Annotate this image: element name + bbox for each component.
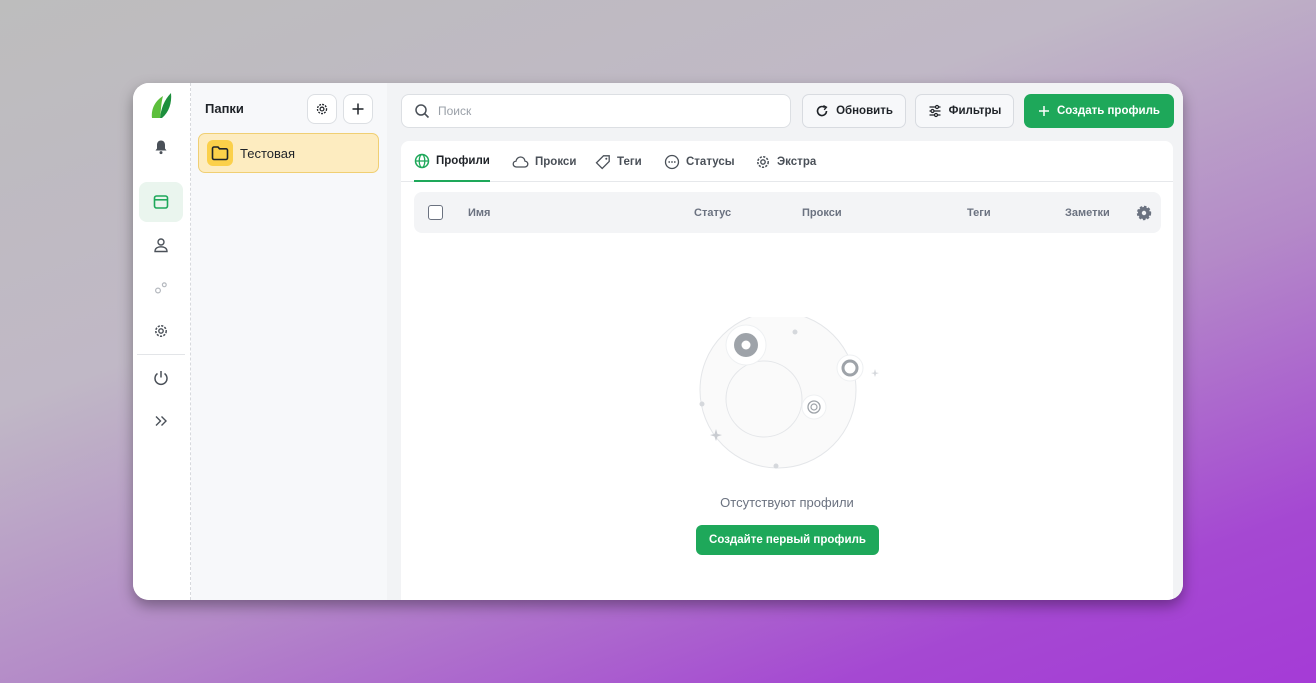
tab-profiles-label: Профили — [436, 154, 490, 167]
dots-circle-icon — [664, 154, 680, 169]
browser-profiles-icon[interactable] — [139, 182, 183, 222]
tab-proxies[interactable]: Прокси — [512, 141, 576, 182]
sliders-icon — [929, 104, 941, 118]
plus-icon — [352, 103, 364, 115]
search-input[interactable] — [438, 104, 768, 118]
expand-sidebar-icon[interactable] — [139, 401, 183, 441]
folder-label: Тестовая — [240, 145, 296, 161]
create-profile-label: Создать профиль — [1057, 105, 1160, 117]
settings-gear-icon[interactable] — [139, 311, 183, 351]
folder-settings-button[interactable] — [307, 94, 337, 124]
folder-icon — [207, 140, 233, 166]
refresh-label: Обновить — [836, 105, 893, 117]
column-proxy[interactable]: Прокси — [802, 192, 842, 233]
column-tags[interactable]: Теги — [967, 192, 991, 233]
tab-extra-label: Экстра — [777, 155, 817, 168]
gear-icon — [316, 103, 328, 115]
column-status[interactable]: Статус — [694, 192, 731, 233]
tab-statuses-label: Статусы — [686, 155, 735, 168]
logo — [149, 91, 173, 119]
tabs-bar: Профили Прокси Теги Статусы Экстра — [401, 141, 1173, 182]
notifications-bell-icon[interactable] — [139, 127, 183, 167]
user-icon[interactable] — [139, 225, 183, 265]
folders-title: Папки — [205, 101, 244, 116]
tab-tags-label: Теги — [617, 155, 642, 168]
search-box[interactable] — [401, 94, 791, 128]
select-all-checkbox[interactable] — [428, 205, 443, 220]
column-name[interactable]: Имя — [468, 192, 490, 233]
gear-icon — [757, 155, 769, 168]
cloud-icon — [512, 155, 529, 168]
app-window: Папки Тестовая Обновить Фильтры — [133, 83, 1183, 600]
tab-profiles[interactable]: Профили — [414, 141, 490, 182]
add-folder-button[interactable] — [343, 94, 373, 124]
folders-panel: Папки Тестовая — [191, 83, 387, 600]
automation-gears-icon[interactable] — [139, 268, 183, 308]
folder-item[interactable]: Тестовая — [198, 133, 379, 173]
create-profile-button[interactable]: Создать профиль — [1024, 94, 1174, 128]
create-first-profile-button[interactable]: Создайте первый профиль — [696, 525, 879, 555]
main-area: Обновить Фильтры Создать профиль Профили… — [387, 83, 1183, 600]
tab-proxies-label: Прокси — [535, 155, 577, 168]
globe-icon — [414, 153, 430, 168]
refresh-icon — [816, 104, 828, 117]
empty-state-text: Отсутствуют профили — [720, 495, 854, 510]
power-icon[interactable] — [139, 358, 183, 398]
search-icon — [415, 104, 430, 119]
filters-button[interactable]: Фильтры — [915, 94, 1014, 128]
rail-divider — [137, 354, 185, 355]
empty-illustration — [686, 311, 886, 477]
tab-statuses[interactable]: Статусы — [664, 141, 735, 182]
icon-rail — [133, 83, 191, 600]
filters-label: Фильтры — [948, 105, 1002, 117]
tab-tags[interactable]: Теги — [595, 141, 642, 182]
tab-extra[interactable]: Экстра — [755, 141, 816, 182]
profiles-content: Профили Прокси Теги Статусы Экстра Имя С… — [401, 141, 1173, 600]
columns-settings-icon[interactable] — [1135, 204, 1153, 222]
refresh-button[interactable]: Обновить — [802, 94, 906, 128]
table-header: Имя Статус Прокси Теги Заметки — [414, 192, 1161, 233]
plus-icon — [1039, 106, 1049, 116]
column-notes[interactable]: Заметки — [1065, 192, 1110, 233]
tag-icon — [595, 154, 610, 169]
